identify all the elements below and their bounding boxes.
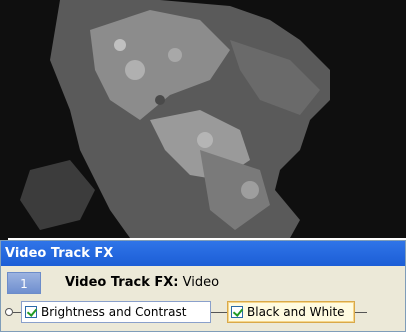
chain-connector bbox=[211, 312, 227, 313]
video-preview bbox=[0, 0, 406, 238]
track-row: 1 Video Track FX: Video bbox=[7, 272, 403, 296]
chain-start-node bbox=[5, 308, 13, 316]
fx-blackwhite-checkbox[interactable] bbox=[231, 306, 243, 318]
panel-title: Video Track FX bbox=[1, 241, 405, 266]
track-label: Video Track FX: Video bbox=[65, 275, 219, 290]
chain-connector bbox=[13, 312, 21, 313]
fx-brightness-contrast[interactable]: Brightness and Contrast bbox=[21, 301, 211, 323]
track-number-badge[interactable]: 1 bbox=[7, 272, 41, 294]
video-track-fx-panel: Video Track FX 1 Video Track FX: Video B… bbox=[0, 240, 406, 332]
fx-brightness-checkbox[interactable] bbox=[25, 306, 37, 318]
preview-image bbox=[0, 0, 406, 238]
chain-connector bbox=[355, 312, 367, 313]
fx-black-white[interactable]: Black and White bbox=[227, 301, 355, 323]
track-label-value: Video bbox=[178, 275, 220, 290]
fx-chain: Brightness and Contrast Black and White bbox=[5, 301, 405, 325]
fx-blackwhite-label: Black and White bbox=[247, 305, 345, 319]
track-label-bold: Video Track FX: bbox=[65, 275, 179, 290]
fx-brightness-label: Brightness and Contrast bbox=[41, 305, 187, 319]
